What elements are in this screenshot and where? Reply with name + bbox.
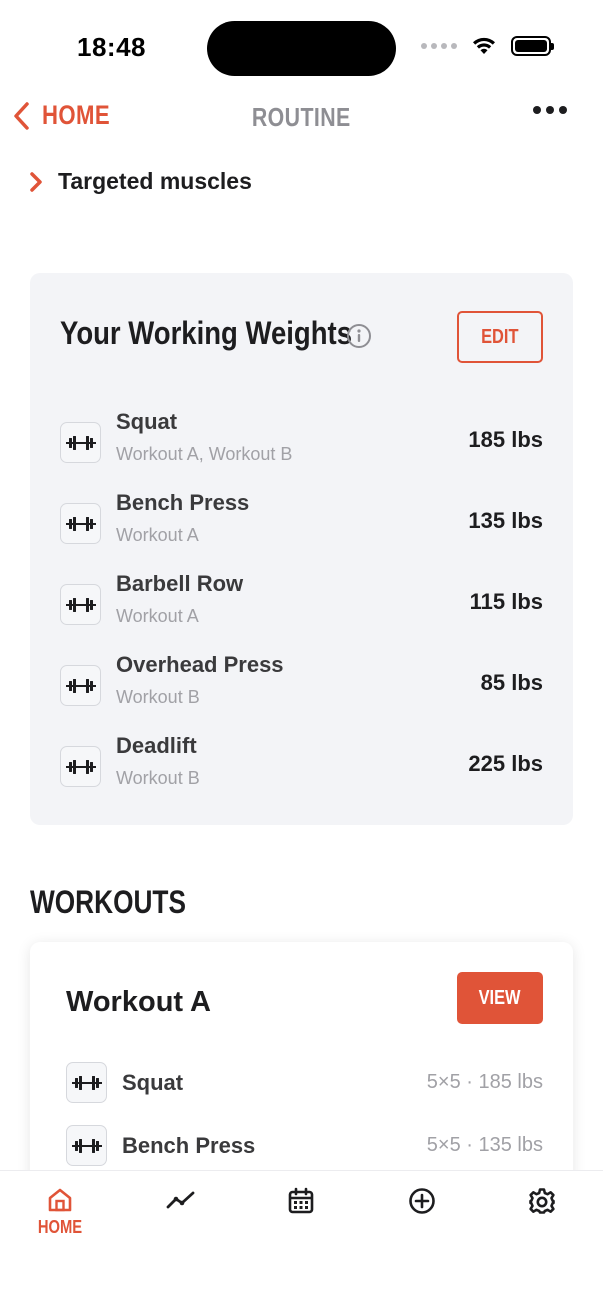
barbell-icon: [60, 665, 101, 706]
info-icon[interactable]: [346, 323, 372, 349]
lift-workouts: Workout A, Workout B: [116, 444, 293, 464]
lift-row-bench-press[interactable]: Bench Press Workout A 135 lbs: [60, 490, 543, 571]
lift-workouts: Workout A: [116, 606, 199, 626]
lift-workouts: Workout B: [116, 768, 200, 788]
exercise-name: Squat: [122, 1070, 184, 1095]
tab-home[interactable]: HOME: [30, 1187, 90, 1238]
lift-name: Barbell Row: [116, 571, 244, 596]
lift-name: Overhead Press: [116, 652, 284, 677]
barbell-icon: [66, 1062, 107, 1103]
tab-settings[interactable]: [512, 1187, 572, 1215]
status-icons: [421, 36, 554, 56]
chevron-right-icon: [30, 171, 42, 192]
barbell-icon: [60, 746, 101, 787]
workout-title: Workout A: [66, 986, 211, 1018]
nav-bar: HOME ROUTINE: [0, 96, 603, 140]
lift-name: Deadlift: [116, 733, 197, 758]
lift-workouts: Workout A: [116, 525, 199, 545]
targeted-muscles-toggle[interactable]: Targeted muscles: [28, 168, 252, 195]
cellular-signal-icon: [421, 43, 457, 49]
plus-circle-icon: [409, 1188, 435, 1214]
exercise-detail: 5×5 · 135 lbs: [426, 1134, 543, 1156]
barbell-icon: [60, 422, 101, 463]
lift-row-squat[interactable]: Squat Workout A, Workout B 185 lbs: [60, 409, 543, 490]
tab-home-label: HOME: [37, 1217, 83, 1237]
exercise-detail: 5×5 · 185 lbs: [426, 1071, 543, 1093]
home-icon: [48, 1188, 72, 1212]
workouts-heading: WORKOUTS: [30, 884, 186, 920]
more-options-icon[interactable]: [533, 106, 567, 114]
workout-exercise-row[interactable]: Squat 5×5 · 185 lbs: [66, 1062, 543, 1106]
wifi-icon: [473, 37, 495, 54]
dynamic-island: [207, 21, 396, 76]
lift-row-deadlift[interactable]: Deadlift Workout B 225 lbs: [60, 733, 543, 814]
lift-weight: 225 lbs: [468, 751, 543, 776]
barbell-icon: [60, 584, 101, 625]
working-weights-card: Your Working Weights EDIT Squat Workout …: [30, 273, 573, 825]
trend-line-icon: [166, 1191, 195, 1209]
lift-weight: 185 lbs: [468, 427, 543, 452]
battery-icon: [511, 36, 554, 56]
targeted-muscles-label: Targeted muscles: [58, 168, 252, 194]
calendar-icon: [288, 1187, 314, 1214]
view-workout-button[interactable]: VIEW: [457, 972, 543, 1024]
lift-name: Squat: [116, 409, 178, 434]
page-title: ROUTINE: [252, 102, 351, 132]
edit-weights-button[interactable]: EDIT: [457, 311, 543, 363]
lift-weight: 85 lbs: [480, 670, 543, 695]
workout-exercise-row[interactable]: Bench Press 5×5 · 135 lbs: [66, 1125, 543, 1169]
lift-row-barbell-row[interactable]: Barbell Row Workout A 115 lbs: [60, 571, 543, 652]
gear-icon: [529, 1188, 555, 1214]
tab-add[interactable]: [392, 1187, 452, 1215]
lift-workouts: Workout B: [116, 687, 200, 707]
tab-progress[interactable]: [151, 1187, 211, 1213]
lift-weight: 135 lbs: [468, 508, 543, 533]
tab-bar: HOME: [0, 1170, 603, 1311]
lift-row-overhead-press[interactable]: Overhead Press Workout B 85 lbs: [60, 652, 543, 733]
status-time: 18:48: [77, 32, 146, 62]
routine-screen: 18:48 HOME ROUTINE Targeted muscles Your…: [0, 0, 603, 1311]
lift-weight: 115 lbs: [469, 589, 543, 614]
barbell-icon: [66, 1125, 107, 1166]
lift-name: Bench Press: [116, 490, 250, 515]
barbell-icon: [60, 503, 101, 544]
status-bar: 18:48: [0, 0, 603, 96]
exercise-name: Bench Press: [122, 1133, 256, 1158]
tab-calendar[interactable]: [271, 1187, 331, 1215]
